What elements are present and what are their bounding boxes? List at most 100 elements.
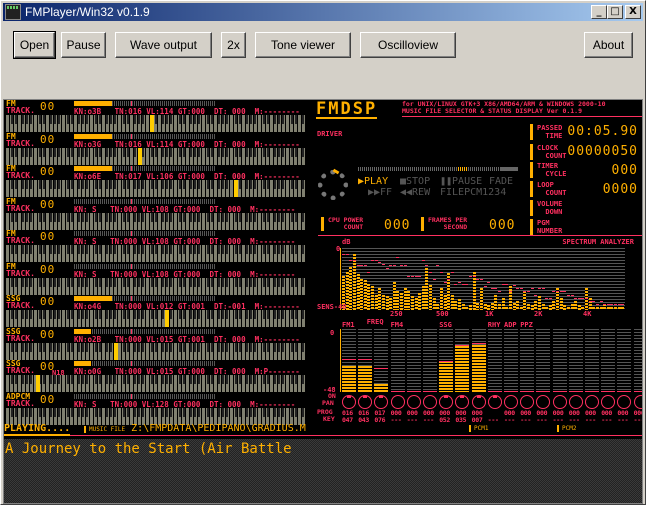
about-button[interactable]: About	[584, 32, 633, 58]
spectrum-peak	[447, 279, 451, 280]
spectrum-peak	[363, 265, 367, 267]
pan-indicator	[471, 395, 486, 409]
spectrum-peak	[425, 265, 429, 267]
track-row: FM TRACK. 00 KN:o3B TN:016 VL:114 GT:000 DT…	[6, 100, 306, 133]
track-list: FM TRACK. 00 KN:o3B TN:016 VL:114 GT:000 DT…	[6, 100, 306, 425]
track-keyboard	[6, 180, 306, 197]
tone-viewer-button[interactable]: Tone viewer	[255, 32, 351, 58]
pan-indicator	[439, 395, 454, 409]
song-title-display: A Journey to the Start (Air Battle	[4, 439, 642, 503]
track-label: TRACK.	[6, 203, 35, 213]
open-button[interactable]: Open	[13, 31, 56, 59]
track-number: 00	[40, 165, 56, 178]
filepcm-status: FILEPCM1234	[440, 187, 507, 198]
spectrum-peak	[494, 288, 498, 290]
fps-value: 000	[489, 218, 516, 233]
spectrum-peak	[614, 303, 618, 305]
pan-indicator	[504, 395, 518, 409]
spectrum-peak	[498, 291, 501, 293]
wave-output-button[interactable]: Wave output	[115, 32, 212, 58]
spectrum-bar	[472, 271, 476, 310]
music-file: MUSIC FILE Z:\FMPDATA\PEDIPANO\GRADIUS.M	[84, 423, 306, 434]
track-label: TRACK.	[6, 268, 35, 278]
passed-time-label: PASSED TIME	[530, 124, 562, 140]
channel-group-label: FM4	[390, 321, 404, 329]
maximize-button[interactable]: □	[607, 5, 623, 19]
spectrum-peak	[389, 265, 393, 267]
spectrum-peak	[599, 300, 603, 302]
spectrum-peak	[385, 267, 389, 269]
rew-status: ◀◀REW	[400, 187, 431, 198]
pan-indicator	[617, 395, 632, 409]
channel-group-label: SSG	[439, 321, 452, 329]
spectrum-peak	[501, 283, 505, 285]
pause-button[interactable]: Pause	[61, 32, 106, 58]
spectrum-peak	[588, 300, 592, 302]
track-keyboard	[6, 212, 306, 230]
spectrum-peak	[421, 260, 425, 262]
spectrum-bar	[400, 292, 404, 310]
playback-progress[interactable]	[358, 167, 518, 171]
spectrum-bar	[374, 294, 378, 310]
ff-status: ▶▶FF	[368, 187, 393, 198]
channel-meter	[601, 329, 616, 392]
freq-tick: 1K	[485, 310, 494, 318]
spectrum-peak	[541, 288, 545, 290]
spectrum-bar	[367, 283, 371, 310]
spectrum-peak	[407, 275, 411, 277]
track-label: TRACK.	[6, 106, 35, 115]
spectrum-peak	[534, 294, 538, 296]
spectrum-bar	[501, 297, 505, 310]
spectrum-bar	[439, 288, 443, 310]
spectrum-peak	[581, 297, 585, 299]
spectrum-peak	[418, 275, 422, 277]
channel-meter	[568, 329, 583, 392]
spectrum-peak	[527, 291, 531, 293]
playing-status: PLAYING....	[4, 423, 71, 436]
oscilloview-button[interactable]: Oscilloview	[360, 32, 456, 58]
spectrum-peak	[472, 275, 476, 277]
spectrum-bar	[443, 294, 447, 310]
track-row: FM TRACK. 00 KN: S TN:000 VL:108 GT:000 DT:…	[6, 230, 306, 263]
track-volume-meter	[74, 263, 216, 269]
spectrum-peak	[454, 283, 458, 285]
track-volume-meter	[74, 296, 216, 301]
spectrum-peak	[461, 283, 465, 285]
loop-count-value: 0000	[602, 182, 638, 197]
spectrum-bar	[418, 292, 422, 310]
spectrum-peak	[610, 303, 614, 305]
spectrum-peak	[414, 275, 418, 277]
pan-indicator	[585, 395, 599, 409]
spectrum-bar	[534, 300, 538, 310]
spectrum-peak	[432, 279, 436, 280]
track-label: TRACK.	[6, 138, 35, 148]
spectrum-bar	[360, 279, 364, 310]
channel-meter	[455, 329, 470, 392]
close-button[interactable]: X	[625, 5, 641, 19]
fmdsp-panel: FMDSP for UNIX/LINUX GTK+3 X86/AMD64/ARM…	[314, 100, 642, 424]
track-number: 00	[40, 327, 56, 341]
spectrum-peak	[400, 265, 404, 267]
spectrum-bar	[494, 294, 498, 310]
spectrum-bar	[352, 254, 356, 310]
pan-indicator	[390, 395, 405, 409]
spectrum-peak	[606, 303, 610, 305]
spectrum-peak	[483, 286, 487, 288]
spectrum-db-label: dB	[342, 238, 351, 246]
fmdsp-display: FM TRACK. 00 KN:o3B TN:016 VL:114 GT:000 DT…	[3, 99, 643, 504]
spectrum-peak	[530, 288, 534, 290]
spectrum-peak	[396, 257, 400, 259]
title-bar[interactable]: YM 2608 FMPlayer/Win32 v0.1.9 _ □ X	[3, 3, 643, 21]
track-label: TRACK.	[6, 301, 35, 310]
window-title: FMPlayer/Win32 v0.1.9	[25, 5, 150, 19]
spectrum-bar	[479, 288, 483, 310]
spectrum-bar	[454, 300, 458, 310]
key-hit	[234, 180, 238, 197]
spectrum-peak	[570, 294, 574, 296]
spectrum-peak	[566, 294, 570, 296]
key-hit	[150, 115, 154, 132]
spectrum-title: SPECTRUM ANALYZER	[562, 238, 634, 246]
spectrum-bar	[356, 274, 360, 310]
double-speed-button[interactable]: 2x	[221, 32, 246, 58]
minimize-button[interactable]: _	[591, 5, 607, 19]
